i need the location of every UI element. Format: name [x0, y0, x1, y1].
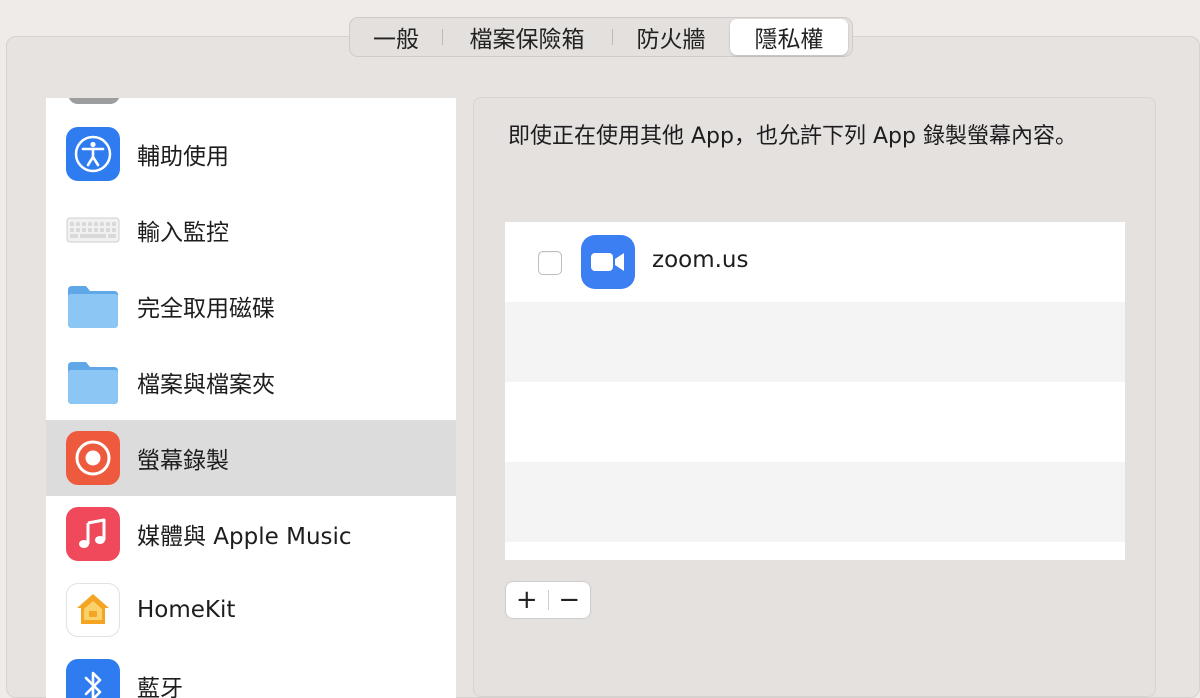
- sidebar-item-accessibility[interactable]: 輔助使用: [46, 116, 456, 192]
- home-icon: [66, 583, 120, 637]
- sidebar-item-label: 螢幕錄製: [137, 448, 229, 474]
- accessibility-icon: [66, 127, 120, 181]
- screen-record-icon: [66, 431, 120, 485]
- sidebar-item-label: 輸入監控: [137, 220, 229, 246]
- app-list[interactable]: zoom.us: [505, 222, 1125, 560]
- sidebar-item-label: 媒體與 Apple Music: [137, 524, 352, 550]
- list-item-empty: [505, 382, 1125, 462]
- sidebar-item-label: HomeKit: [137, 597, 236, 623]
- previous-item-icon: [68, 98, 120, 104]
- remove-app-button[interactable]: −: [548, 582, 590, 618]
- tab-firewall[interactable]: 防火牆: [612, 19, 730, 55]
- sidebar-item-full-disk-access[interactable]: 完全取用磁碟: [46, 268, 456, 344]
- sidebar-item-label: 藍牙: [137, 676, 183, 698]
- bluetooth-icon: [66, 659, 120, 698]
- list-item[interactable]: zoom.us: [505, 222, 1125, 302]
- sidebar-item-media-apple-music[interactable]: 媒體與 Apple Music: [46, 496, 456, 572]
- screen-recording-panel: 即使正在使用其他 App，也允許下列 App 錄製螢幕內容。 zoom.us +…: [473, 97, 1156, 697]
- list-item-empty: [505, 462, 1125, 542]
- tab-privacy[interactable]: 隱私權: [730, 19, 848, 55]
- permission-description: 即使正在使用其他 App，也允許下列 App 錄製螢幕內容。: [508, 124, 1077, 149]
- tab-general[interactable]: 一般: [350, 19, 442, 55]
- privacy-category-list[interactable]: 輔助使用 輸入監控 完全取用磁碟 檔案與檔案夾 螢幕錄製 媒體與 Apple M…: [46, 98, 456, 698]
- tab-bar: 一般 檔案保險箱 防火牆 隱私權: [349, 17, 853, 57]
- zoom-video-icon: [581, 235, 635, 289]
- sidebar-item-bluetooth[interactable]: 藍牙: [46, 648, 456, 698]
- sidebar-item-label: 檔案與檔案夾: [137, 372, 275, 398]
- tab-filevault[interactable]: 檔案保險箱: [442, 19, 612, 55]
- add-remove-control: + −: [505, 581, 591, 619]
- keyboard-icon: [66, 203, 120, 257]
- app-name: zoom.us: [652, 247, 749, 273]
- sidebar-item-screen-recording[interactable]: 螢幕錄製: [46, 420, 456, 496]
- sidebar-item-label: 輔助使用: [137, 144, 229, 170]
- music-icon: [66, 507, 120, 561]
- sidebar-item-label: 完全取用磁碟: [137, 296, 275, 322]
- sidebar-item-homekit[interactable]: HomeKit: [46, 572, 456, 648]
- folder-icon: [66, 355, 120, 409]
- sidebar-item-input-monitoring[interactable]: 輸入監控: [46, 192, 456, 268]
- list-item-empty: [505, 302, 1125, 382]
- add-app-button[interactable]: +: [506, 582, 548, 618]
- folder-icon: [66, 279, 120, 333]
- app-permission-checkbox[interactable]: [538, 251, 562, 275]
- sidebar-item-files-and-folders[interactable]: 檔案與檔案夾: [46, 344, 456, 420]
